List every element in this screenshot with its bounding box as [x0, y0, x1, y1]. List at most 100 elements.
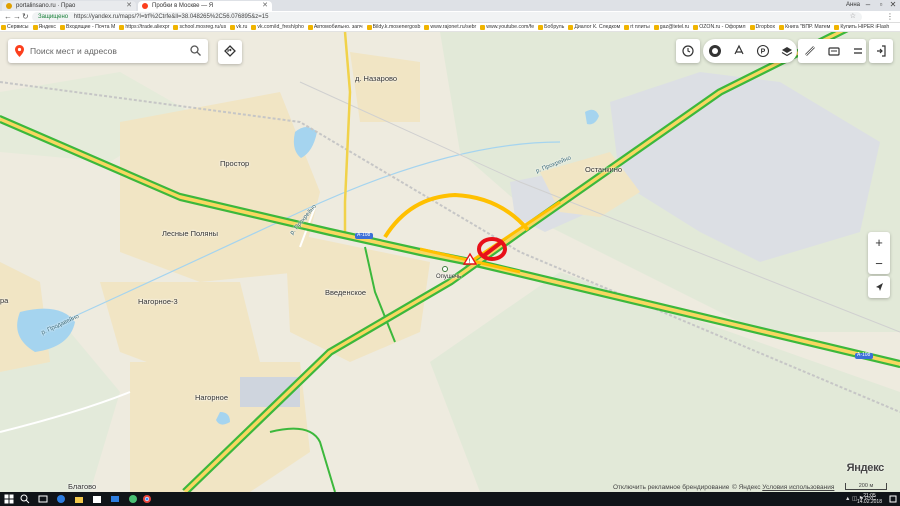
- minor-road: [343, 32, 352, 237]
- print-button[interactable]: [822, 39, 846, 63]
- place-label: ра: [0, 296, 9, 305]
- bookmark-item[interactable]: Bildy.k.mosenergosb: [366, 23, 424, 31]
- map-pin-icon: [15, 45, 24, 57]
- search-icon[interactable]: [20, 494, 30, 504]
- bookmark-item[interactable]: www.rajonet.ru/sebr: [423, 23, 479, 31]
- back-icon[interactable]: ←: [4, 12, 12, 22]
- road-badge-label: А-108: [357, 232, 371, 238]
- place-label: Лесные Поляны: [162, 229, 218, 238]
- bookmark-item[interactable]: https://trade.aliexpr: [118, 23, 172, 31]
- place-label: Нагорное: [195, 393, 228, 402]
- bookmark-item[interactable]: vk.ru: [229, 23, 250, 31]
- transit-icon: [734, 44, 744, 55]
- bookmark-item[interactable]: Dropbox: [749, 23, 779, 31]
- tab-favicon: [142, 3, 148, 9]
- layers-icon: [781, 47, 793, 57]
- forward-icon[interactable]: →: [13, 12, 21, 22]
- browser-user-label[interactable]: Анна: [846, 1, 860, 9]
- clock-date: 14.02.2018: [856, 499, 882, 505]
- route-button[interactable]: [218, 40, 242, 64]
- bookmark-item[interactable]: Яндекс: [32, 23, 59, 31]
- traffic-button[interactable]: [703, 39, 727, 63]
- tab-close-icon[interactable]: ✕: [262, 1, 268, 11]
- reload-icon[interactable]: ↻: [22, 12, 29, 22]
- secure-label: Защищено: [38, 14, 69, 20]
- ruler-button[interactable]: [798, 39, 822, 63]
- bookmark-item[interactable]: Сервисы: [0, 23, 32, 31]
- bookmark-item[interactable]: Входящие - Почта М: [59, 23, 118, 31]
- edge-icon[interactable]: [56, 494, 66, 504]
- disable-branding-link[interactable]: Отключить рекламное брендирование: [613, 483, 729, 492]
- lake: [293, 127, 317, 158]
- route-icon: [224, 45, 236, 57]
- store-icon[interactable]: [92, 494, 102, 504]
- village-area: [350, 52, 420, 122]
- layers-button[interactable]: [775, 39, 799, 63]
- stop-label: Опушечь: [436, 274, 462, 280]
- bookmark-item[interactable]: gaz@tetel.ru: [653, 23, 693, 31]
- history-icon: [682, 45, 694, 57]
- ruler-icon: [805, 46, 815, 56]
- detour-jam: [383, 192, 530, 239]
- tab-close-icon[interactable]: ✕: [126, 1, 132, 11]
- location-arrow-icon: [876, 283, 883, 291]
- zoom-out-button[interactable]: −: [868, 253, 890, 274]
- terms-link[interactable]: Условия использования: [762, 484, 834, 491]
- bookmark-item[interactable]: school.mosreg.ru/us: [172, 23, 229, 31]
- browser-tab-active[interactable]: Пробки в Москве — Я ✕: [138, 1, 272, 11]
- search-icon[interactable]: [190, 45, 201, 56]
- window-close-icon[interactable]: ✕: [887, 0, 899, 10]
- bookmark-star-icon[interactable]: ☆: [850, 12, 856, 22]
- scale-bar: 200 м: [845, 483, 887, 490]
- copyright: © Яндекс Условия использования: [732, 483, 834, 492]
- svg-text:P: P: [761, 49, 766, 56]
- app-icon[interactable]: [128, 494, 138, 504]
- explorer-icon[interactable]: [74, 494, 84, 504]
- yandex-logo: Яндекс: [846, 462, 885, 474]
- tab-favicon: [6, 3, 12, 9]
- place-label: Останкино: [585, 165, 623, 174]
- bookmark-item[interactable]: Диалог К. Следком: [567, 23, 623, 31]
- login-icon: [877, 45, 886, 57]
- search-input[interactable]: [30, 43, 190, 59]
- windows-start-icon[interactable]: [4, 494, 14, 504]
- bookmark-item[interactable]: Книга "ВПР. Матем: [778, 23, 833, 31]
- maximize-icon[interactable]: ▫: [875, 0, 887, 10]
- minimize-icon[interactable]: –: [862, 0, 874, 10]
- bookmark-item[interactable]: OZON.ru - Оформл: [692, 23, 748, 31]
- browser-tab[interactable]: portalinsano.ru · Прао ✕: [2, 1, 136, 11]
- notifications-icon[interactable]: [888, 494, 898, 504]
- bookmark-item[interactable]: Купить HIPER iFlash: [833, 23, 892, 31]
- login-button[interactable]: [869, 39, 893, 63]
- bookmark-item[interactable]: rt плиты: [623, 23, 652, 31]
- browser-menu-icon[interactable]: ⋮: [886, 12, 894, 22]
- zoom-in-button[interactable]: +: [868, 232, 890, 253]
- place-label: Введенское: [325, 288, 367, 297]
- browser-tab-bar: portalinsano.ru · Прао ✕ Пробки в Москве…: [0, 0, 900, 11]
- traffic-icon: [709, 45, 721, 57]
- place-label: д. Назарово: [355, 74, 398, 83]
- stop-icon: [442, 266, 448, 272]
- menu-icon: [854, 48, 862, 54]
- bookmark-item[interactable]: Бобруль: [537, 23, 567, 31]
- bookmarks-bar: Сервисы Яндекс Входящие - Почта Мhttps://t…: [0, 23, 900, 32]
- tab-title: portalinsano.ru · Прао: [16, 3, 76, 9]
- bookmark-item[interactable]: www.youtube.com/fe: [479, 23, 537, 31]
- bookmark-item[interactable]: Автомобильно. запч: [307, 23, 366, 31]
- search-box: [8, 39, 208, 63]
- parking-button[interactable]: P: [751, 39, 775, 63]
- transit-button[interactable]: [727, 39, 751, 63]
- history-button[interactable]: [676, 39, 700, 63]
- map-canvas[interactable]: ! А-108 А-108 д. Назарово Простор Лесные…: [0, 32, 900, 492]
- bookmark-item[interactable]: vk.com/id_fresh/pho: [250, 23, 306, 31]
- url-field[interactable]: Защищено https://yandex.ru/maps/?l=trf%2…: [32, 12, 862, 22]
- task-view-icon[interactable]: [38, 494, 48, 504]
- print-icon: [828, 47, 840, 56]
- map-footer: Отключить рекламное брендирование © Янде…: [0, 483, 900, 492]
- mail-icon[interactable]: [110, 494, 120, 504]
- geolocation-button[interactable]: [868, 276, 890, 298]
- system-clock[interactable]: 21:05 14.02.2018: [857, 493, 882, 505]
- menu-button[interactable]: [846, 39, 870, 63]
- chrome-icon[interactable]: [142, 494, 152, 504]
- parking-icon: P: [756, 44, 770, 58]
